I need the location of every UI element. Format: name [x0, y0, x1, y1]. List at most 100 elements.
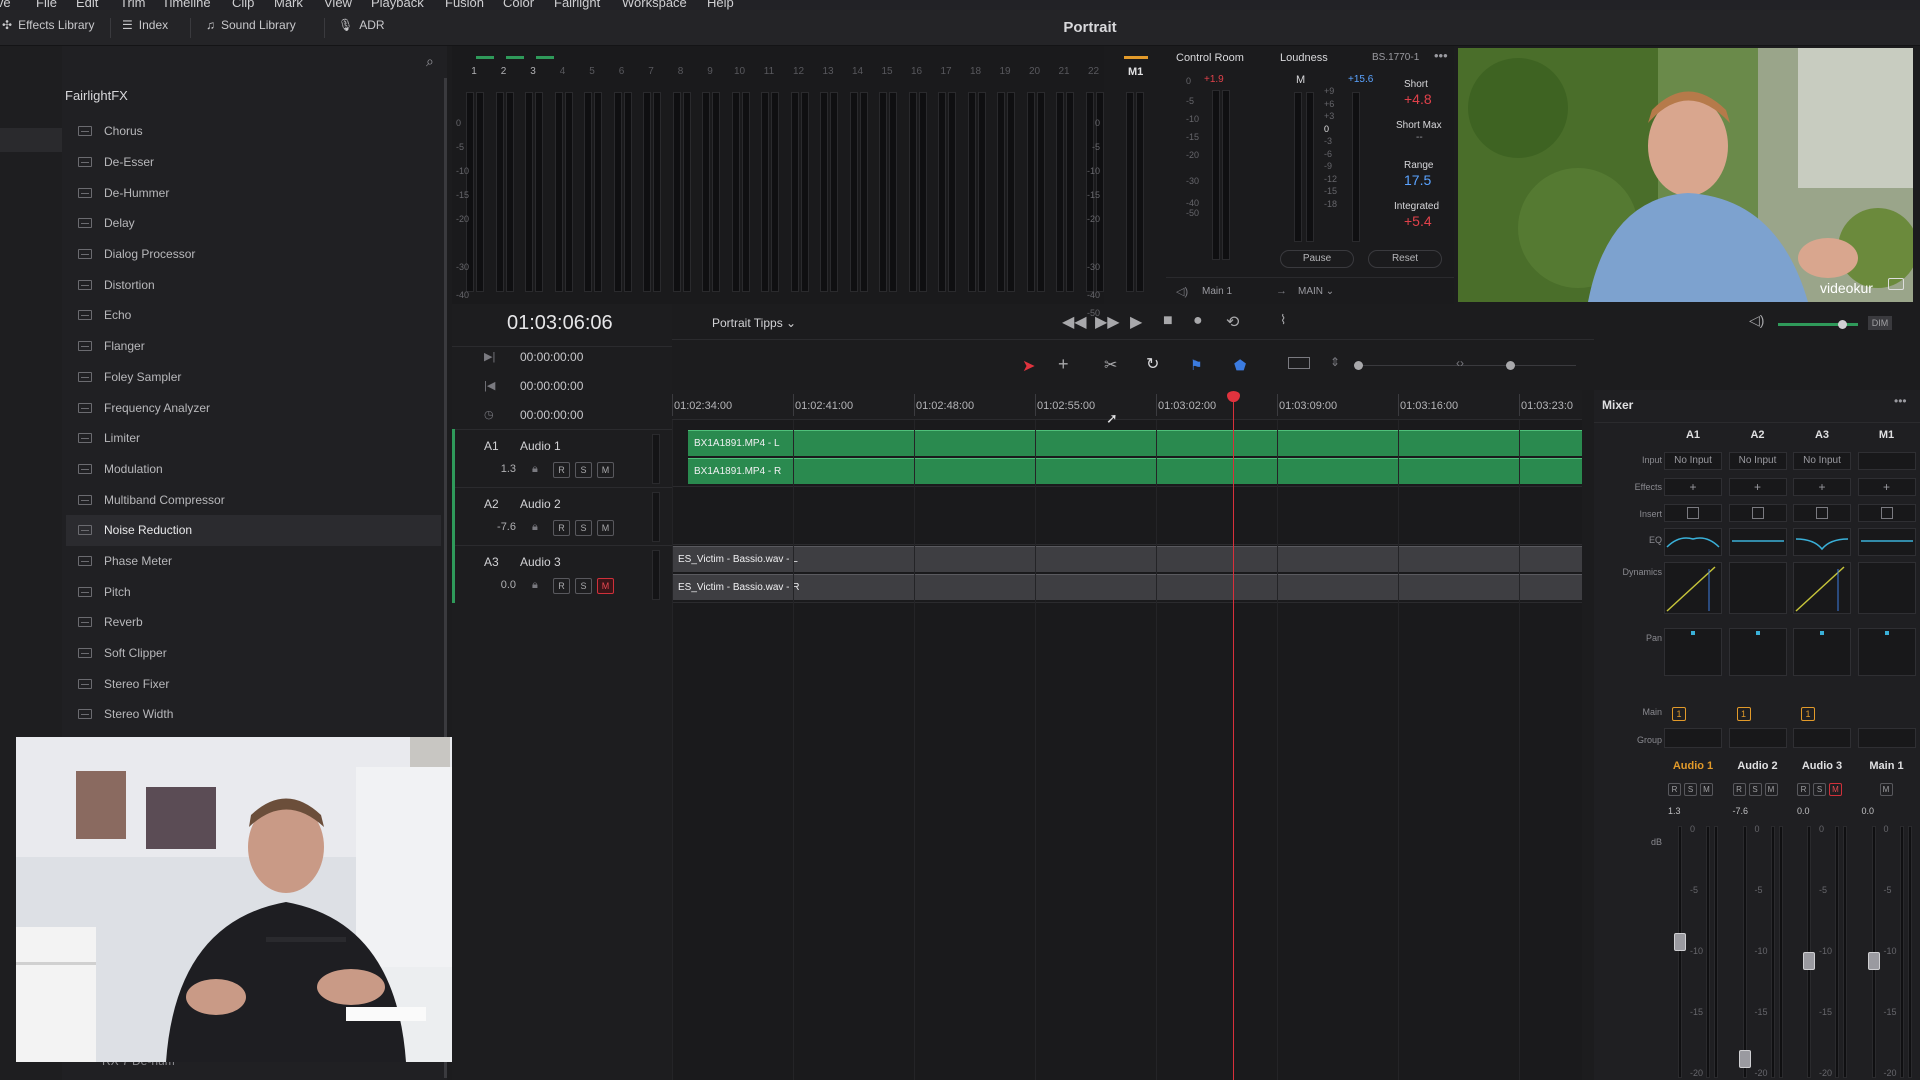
razor-tool-icon[interactable]: ✂ [1104, 355, 1117, 375]
loop-icon[interactable]: ⟲ [1226, 312, 1239, 332]
mixer-input-select[interactable]: No Input [1728, 452, 1787, 470]
mixer-eq-curve[interactable] [1793, 528, 1851, 556]
track-volume[interactable]: 1.3 [486, 463, 516, 475]
solo-button[interactable]: S [575, 520, 592, 536]
horizontal-zoom-icon[interactable]: ‹› [1456, 356, 1464, 370]
timeline-tracks[interactable]: BX1A1891.MP4 - L BX1A1891.MP4 - R ES_Vic… [672, 420, 1582, 1080]
lock-icon[interactable]: 🔒︎ [532, 579, 538, 592]
mute-button[interactable]: M [597, 462, 614, 478]
fx-item[interactable]: Foley Sampler [66, 362, 441, 393]
clip-a3-left[interactable]: ES_Victim - Bassio.wav - L [672, 546, 1582, 572]
mixer-fader-knob[interactable] [1674, 933, 1686, 951]
mixer-r-button[interactable]: R [1732, 783, 1746, 796]
menu-fusion[interactable]: Fusion [445, 0, 484, 10]
play-icon[interactable]: ▶ [1130, 312, 1142, 332]
mixer-m-button[interactable]: M [1700, 783, 1713, 796]
fx-item[interactable]: Frequency Analyzer [66, 392, 441, 423]
mixer-group-slot[interactable] [1857, 728, 1916, 748]
pause-button[interactable]: Pause [1280, 250, 1354, 268]
lock-icon[interactable]: 🔒︎ [532, 463, 538, 476]
menu-edit[interactable]: Edit [76, 0, 98, 10]
selection-tool-icon[interactable]: ➤ [1022, 356, 1035, 376]
menu-fairlight[interactable]: Fairlight [554, 0, 600, 10]
mixer-fader-knob[interactable] [1867, 952, 1880, 970]
mixer-m-button[interactable]: M [1829, 783, 1842, 796]
menu-trim[interactable]: Trim [120, 0, 146, 10]
speaker-icon[interactable]: ◁) [1176, 285, 1188, 298]
vertical-zoom-slider[interactable] [1356, 365, 1496, 366]
menu-color[interactable]: Color [503, 0, 534, 10]
vertical-zoom-icon[interactable]: ⇕ [1330, 355, 1340, 369]
fx-item[interactable]: Chorus [66, 116, 441, 147]
record-arm-button[interactable]: R [553, 462, 570, 478]
lock-icon[interactable]: 🔒︎ [532, 521, 538, 534]
mark-in-icon[interactable]: ▶| [484, 350, 495, 363]
more-options-icon[interactable]: ••• [1434, 48, 1448, 63]
mixer-insert-slot[interactable] [1664, 504, 1722, 522]
track-name[interactable]: Audio 2 [520, 497, 561, 511]
mixer-pan-control[interactable] [1793, 628, 1851, 676]
mute-button[interactable]: M [597, 520, 614, 536]
track-header[interactable]: A1 Audio 1 1.3 🔒︎ R S M [452, 429, 672, 487]
mixer-fader-track[interactable] [1742, 826, 1747, 1078]
fast-forward-icon[interactable]: ▶▶ [1095, 312, 1120, 332]
menu-mark[interactable]: Mark [274, 0, 303, 10]
main-bus-assign[interactable]: 1 [1801, 707, 1815, 721]
mark-out-timecode[interactable]: 00:00:00:00 [520, 379, 583, 393]
vertical-zoom-knob[interactable] [1354, 361, 1363, 370]
track-name[interactable]: Audio 1 [520, 439, 561, 453]
rewind-icon[interactable]: ◀◀ [1062, 312, 1087, 332]
menu-timeline[interactable]: Timeline [162, 0, 211, 10]
mixer-insert-slot[interactable] [1793, 504, 1851, 522]
mixer-dynamics-graph[interactable] [1857, 562, 1916, 614]
menu-view[interactable]: View [324, 0, 352, 10]
track-volume[interactable]: 0.0 [486, 579, 516, 591]
control-room-output[interactable]: Main 1 [1202, 286, 1232, 297]
timeline-selector[interactable]: Portrait Tipps ⌄ [712, 316, 796, 330]
mute-button[interactable]: M [597, 578, 614, 594]
add-effect-button[interactable]: + [1857, 478, 1916, 496]
fx-item[interactable]: Echo [66, 300, 441, 331]
clip-a1-right[interactable]: BX1A1891.MP4 - R [688, 458, 1582, 484]
mixer-eq-curve[interactable] [1728, 528, 1787, 556]
add-effect-button[interactable]: + [1664, 478, 1722, 496]
menu-playback[interactable]: Playback [371, 0, 424, 10]
fx-item[interactable]: Flanger [66, 331, 441, 362]
fx-item[interactable]: Noise Reduction [66, 514, 441, 546]
horizontal-zoom-knob[interactable] [1506, 361, 1515, 370]
mark-in-timecode[interactable]: 00:00:00:00 [520, 350, 583, 364]
more-options-icon[interactable]: ••• [1894, 394, 1907, 408]
track-view-icon[interactable] [1288, 357, 1310, 369]
fx-item[interactable]: De-Hummer [66, 177, 441, 208]
main-bus-assign[interactable]: 1 [1672, 707, 1686, 721]
mixer-m-button[interactable]: M [1879, 783, 1893, 796]
mixer-dynamics-graph[interactable] [1793, 562, 1851, 614]
record-icon[interactable]: ● [1193, 312, 1203, 330]
flag-icon[interactable]: ⚑ [1190, 357, 1203, 374]
fx-item[interactable]: Dialog Processor [66, 239, 441, 270]
clip-a3-right[interactable]: ES_Victim - Bassio.wav - R [672, 574, 1582, 600]
mixer-r-button[interactable]: R [1668, 783, 1681, 796]
track-volume[interactable]: -7.6 [486, 521, 516, 533]
menu-clip[interactable]: Clip [232, 0, 254, 10]
mixer-input-select[interactable]: No Input [1793, 452, 1851, 470]
mixer-s-button[interactable]: S [1684, 783, 1697, 796]
fx-item[interactable]: Phase Meter [66, 546, 441, 577]
mixer-dynamics-graph[interactable] [1664, 562, 1722, 614]
mixer-dynamics-graph[interactable] [1728, 562, 1787, 614]
clip-a1-left[interactable]: BX1A1891.MP4 - L [688, 430, 1582, 456]
automation-icon[interactable]: ⌇ [1280, 312, 1286, 328]
mixer-group-slot[interactable] [1664, 728, 1722, 748]
playhead[interactable] [1233, 392, 1234, 1080]
dim-button[interactable]: DIM [1868, 316, 1892, 330]
mixer-pan-control[interactable] [1728, 628, 1787, 676]
track-header[interactable]: A2 Audio 2 -7.6 🔒︎ R S M [452, 487, 672, 545]
range-tool-icon[interactable]: + [1058, 354, 1069, 375]
track-name[interactable]: Audio 3 [520, 555, 561, 569]
speaker-icon[interactable]: ◁) [1749, 312, 1764, 329]
fx-item[interactable]: Soft Clipper [66, 638, 441, 669]
mixer-insert-slot[interactable] [1728, 504, 1787, 522]
fx-item[interactable]: Distortion [66, 269, 441, 300]
mixer-group-slot[interactable] [1728, 728, 1787, 748]
snap-icon[interactable]: ↻ [1146, 354, 1159, 374]
